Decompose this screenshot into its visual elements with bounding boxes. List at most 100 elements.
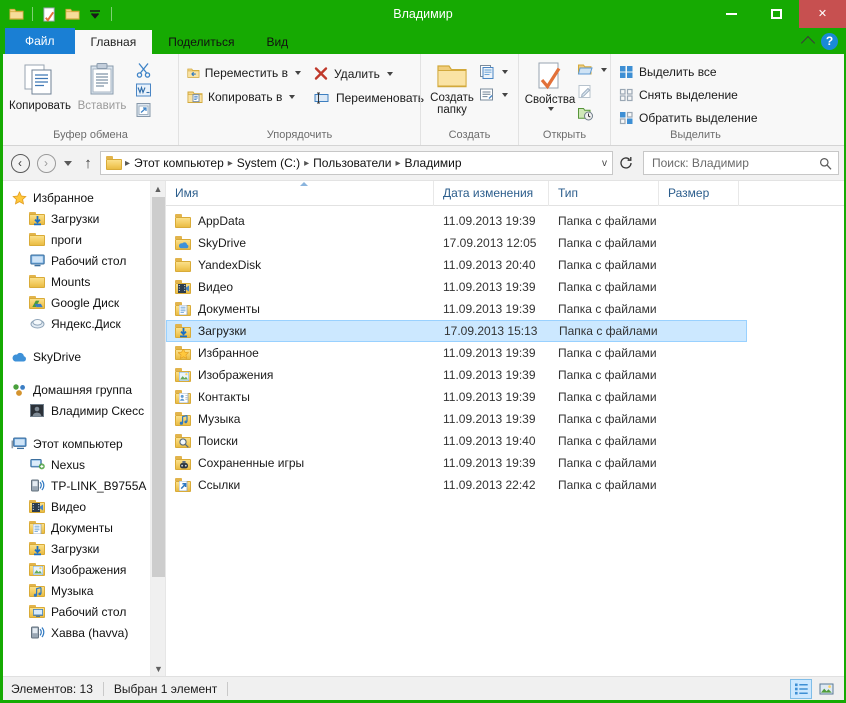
sidebar-item-nexus[interactable]: Nexus bbox=[3, 454, 150, 475]
table-row[interactable]: Ссылки 11.09.2013 22:42 Папка с файлами bbox=[166, 474, 844, 496]
folder-icon[interactable] bbox=[6, 4, 26, 24]
sidebar-item-desktop-pc[interactable]: Рабочий стол bbox=[3, 601, 150, 622]
edit-button[interactable] bbox=[575, 83, 611, 100]
table-row[interactable]: YandexDisk 11.09.2013 20:40 Папка с файл… bbox=[166, 254, 844, 276]
copy-path-button[interactable] bbox=[133, 81, 156, 99]
rename-button[interactable]: Переименовать bbox=[311, 90, 428, 106]
scroll-up-icon[interactable]: ▲ bbox=[151, 181, 166, 196]
sidebar-item-this-pc[interactable]: Этот компьютер bbox=[3, 433, 150, 454]
tab-view[interactable]: Вид bbox=[250, 30, 304, 54]
table-row[interactable]: Изображения 11.09.2013 19:39 Папка с фай… bbox=[166, 364, 844, 386]
back-button[interactable]: ‹ bbox=[8, 151, 32, 175]
tab-home[interactable]: Главная bbox=[74, 30, 153, 54]
large-icons-view-button[interactable] bbox=[815, 679, 837, 699]
collapse-ribbon-icon[interactable] bbox=[800, 35, 816, 50]
sidebar-item-tplink[interactable]: TP-LINK_B9755A bbox=[3, 475, 150, 496]
select-all-button[interactable]: Выделить все bbox=[617, 64, 762, 80]
chevron-down-icon[interactable] bbox=[548, 107, 554, 111]
properties-button[interactable]: Свойства bbox=[525, 59, 575, 111]
navigation-scrollbar[interactable]: ▲ ▼ bbox=[150, 181, 165, 676]
sidebar-item-documents[interactable]: Документы bbox=[3, 517, 150, 538]
chevron-down-icon[interactable] bbox=[289, 95, 296, 99]
column-header-name[interactable]: Имя bbox=[166, 180, 434, 206]
invert-selection-button[interactable]: Обратить выделение bbox=[617, 110, 762, 126]
sidebar-item-pictures[interactable]: Изображения bbox=[3, 559, 150, 580]
table-row[interactable]: Музыка 11.09.2013 19:39 Папка с файлами bbox=[166, 408, 844, 430]
details-view-button[interactable] bbox=[790, 678, 812, 699]
paste-shortcut-button[interactable] bbox=[133, 101, 156, 119]
new-folder-icon[interactable] bbox=[62, 4, 82, 24]
sidebar-item-havva[interactable]: Хавва (havva) bbox=[3, 622, 150, 643]
tab-share[interactable]: Поделиться bbox=[152, 30, 250, 54]
table-row[interactable]: Контакты 11.09.2013 19:39 Папка с файлам… bbox=[166, 386, 844, 408]
table-row[interactable]: Видео 11.09.2013 19:39 Папка с файлами bbox=[166, 276, 844, 298]
recent-locations-button[interactable] bbox=[60, 151, 76, 175]
breadcrumb-item-3[interactable]: Владимир bbox=[402, 156, 465, 170]
paste-button[interactable]: Вставить bbox=[71, 59, 133, 112]
refresh-button[interactable] bbox=[615, 151, 637, 175]
sidebar-item-favorites[interactable]: Избранное bbox=[3, 187, 150, 208]
file-date: 11.09.2013 19:39 bbox=[443, 412, 536, 426]
sidebar-item-yandex-disk[interactable]: Яндекс.Диск bbox=[3, 313, 150, 334]
address-dropdown-icon[interactable]: v bbox=[602, 158, 607, 169]
column-header-type[interactable]: Тип bbox=[549, 180, 659, 206]
column-header-size[interactable]: Размер bbox=[659, 180, 739, 206]
breadcrumb-item-0[interactable]: Этот компьютер bbox=[131, 156, 227, 170]
table-row[interactable]: Сохраненные игры 11.09.2013 19:39 Папка … bbox=[166, 452, 844, 474]
move-to-button[interactable]: Переместить в bbox=[185, 65, 305, 81]
chevron-down-icon[interactable] bbox=[295, 71, 301, 75]
sidebar-item-google-drive[interactable]: Google Диск bbox=[3, 292, 150, 313]
delete-button[interactable]: Удалить bbox=[311, 65, 428, 82]
sidebar-item-homegroup[interactable]: Домашняя группа bbox=[3, 379, 150, 400]
ribbon-group-open-title: Открыть bbox=[542, 129, 587, 141]
open-button[interactable] bbox=[575, 61, 611, 78]
table-row[interactable]: Избранное 11.09.2013 19:39 Папка с файла… bbox=[166, 342, 844, 364]
table-row[interactable]: Поиски 11.09.2013 19:40 Папка с файлами bbox=[166, 430, 844, 452]
sidebar-item-mounts[interactable]: Mounts bbox=[3, 271, 150, 292]
history-button[interactable] bbox=[575, 105, 611, 122]
chevron-down-icon[interactable] bbox=[502, 92, 508, 97]
close-button[interactable]: ✕ bbox=[799, 0, 846, 28]
sidebar-item-video[interactable]: Видео bbox=[3, 496, 150, 517]
sidebar-item-downloads-pc[interactable]: Загрузки bbox=[3, 538, 150, 559]
table-row[interactable]: Загрузки 17.09.2013 15:13 Папка с файлам… bbox=[166, 320, 747, 342]
delete-label: Удалить bbox=[334, 66, 380, 81]
scrollbar-thumb[interactable] bbox=[152, 197, 165, 577]
breadcrumb-item-1[interactable]: System (C:) bbox=[234, 156, 303, 170]
up-button[interactable]: ↑ bbox=[78, 151, 98, 175]
column-header-date[interactable]: Дата изменения bbox=[434, 180, 549, 206]
breadcrumb-item-2[interactable]: Пользователи bbox=[310, 156, 394, 170]
search-box[interactable]: Поиск: Владимир bbox=[643, 151, 839, 175]
sidebar-item-downloads[interactable]: Загрузки bbox=[3, 208, 150, 229]
forward-button[interactable]: › bbox=[34, 151, 58, 175]
scroll-down-icon[interactable]: ▼ bbox=[151, 661, 166, 676]
tab-file[interactable]: Файл bbox=[5, 28, 75, 54]
chevron-down-icon[interactable] bbox=[85, 4, 105, 24]
sidebar-item-user[interactable]: Владимир Скесс bbox=[3, 400, 150, 421]
table-row[interactable]: SkyDrive 17.09.2013 12:05 Папка с файлам… bbox=[166, 232, 844, 254]
sidebar-label: Домашняя группа bbox=[33, 382, 133, 397]
maximize-button[interactable] bbox=[754, 0, 799, 28]
minimize-button[interactable] bbox=[709, 0, 754, 28]
new-item-button[interactable] bbox=[477, 63, 512, 80]
cut-button[interactable] bbox=[133, 61, 156, 79]
help-icon[interactable]: ? bbox=[821, 32, 838, 50]
sidebar-item-music[interactable]: Музыка bbox=[3, 580, 150, 601]
easy-access-button[interactable] bbox=[477, 86, 512, 103]
select-none-button[interactable]: Снять выделение bbox=[617, 87, 762, 103]
table-row[interactable]: Документы 11.09.2013 19:39 Папка с файла… bbox=[166, 298, 844, 320]
sidebar-item-progi[interactable]: проги bbox=[3, 229, 150, 250]
search-input[interactable]: Поиск: Владимир bbox=[652, 156, 819, 170]
chevron-down-icon[interactable] bbox=[386, 71, 393, 76]
copy-button[interactable]: Копировать bbox=[9, 59, 71, 112]
copy-to-button[interactable]: Копировать в bbox=[185, 89, 305, 105]
chevron-down-icon[interactable] bbox=[601, 67, 607, 72]
chevron-down-icon[interactable] bbox=[502, 69, 508, 74]
table-row[interactable]: AppData 11.09.2013 19:39 Папка с файлами bbox=[166, 210, 844, 232]
file-type: Папка с файлами bbox=[558, 434, 657, 448]
properties-icon[interactable] bbox=[39, 4, 59, 24]
sidebar-item-desktop[interactable]: Рабочий стол bbox=[3, 250, 150, 271]
sidebar-item-skydrive[interactable]: SkyDrive bbox=[3, 346, 150, 367]
breadcrumb-bar[interactable]: ▸ Этот компьютер ▸ System (C:) ▸ Пользов… bbox=[100, 151, 613, 175]
new-folder-button[interactable]: Создать папку bbox=[427, 59, 477, 116]
